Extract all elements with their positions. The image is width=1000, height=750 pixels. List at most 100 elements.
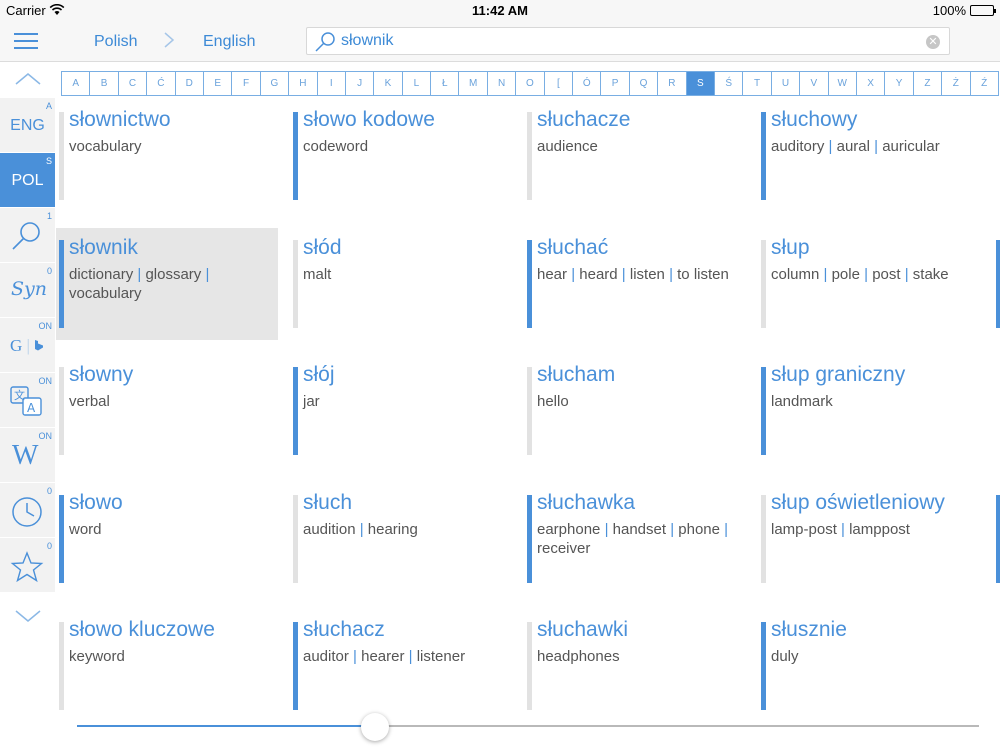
entry-card[interactable]: słuchacze audience [524, 100, 746, 212]
entry-word: słowo [69, 490, 123, 514]
entry-card[interactable]: słuchowy auditory | aural | auricular [758, 100, 980, 212]
clear-search-icon[interactable]: ✕ [926, 35, 940, 49]
wikipedia-button[interactable]: W ON [0, 428, 55, 483]
entry-word: słuchawka [537, 490, 636, 514]
letter-3[interactable]: Ć [147, 72, 176, 95]
entry-card[interactable]: słusznie duly [758, 610, 980, 722]
letter-27[interactable]: W [829, 72, 857, 95]
letter-11[interactable]: K [374, 72, 403, 95]
letter-5[interactable]: E [204, 72, 233, 95]
letter-14[interactable]: M [459, 72, 488, 95]
letter-16[interactable]: O [516, 72, 545, 95]
letter-29[interactable]: Y [885, 72, 914, 95]
letter-9[interactable]: I [318, 72, 346, 95]
entry-card[interactable]: słowo kodowe codeword [290, 100, 512, 212]
entry-word: słuch [303, 490, 353, 514]
translator-button[interactable]: 文A ON [0, 373, 55, 428]
scroll-up-chevron-icon[interactable] [14, 70, 42, 93]
translation-separator: | [355, 520, 368, 538]
svg-text:文: 文 [14, 388, 25, 402]
entry-card[interactable]: słuch audition | hearing [290, 483, 512, 595]
entry-card[interactable]: słucham hello [524, 355, 746, 467]
translator-badge: ON [38, 376, 53, 386]
letter-10[interactable]: J [346, 72, 375, 95]
page-slider[interactable] [77, 713, 979, 741]
letter-7[interactable]: G [261, 72, 290, 95]
entry-card[interactable]: słuchawka earphone | handset | phone | re… [524, 483, 746, 595]
translation: duly [771, 648, 799, 665]
letter-6[interactable]: F [232, 72, 261, 95]
translation-separator: | [819, 265, 832, 283]
letter-2[interactable]: C [119, 72, 148, 95]
magnifier-icon [10, 220, 44, 257]
entry-card[interactable]: słój jar [290, 355, 512, 467]
letter-4[interactable]: D [176, 72, 204, 95]
entry-marker-bar [761, 494, 766, 583]
letter-12[interactable]: L [403, 72, 432, 95]
letter-26[interactable]: V [800, 72, 829, 95]
translation: stake [912, 265, 949, 283]
entry-card[interactable]: słownictwo vocabulary [56, 100, 278, 212]
entry-card[interactable]: słowny verbal [56, 355, 278, 467]
search-mode-button[interactable]: 1 [0, 208, 55, 263]
scroll-down-chevron-icon[interactable] [14, 607, 42, 630]
translation: auditory [771, 138, 825, 155]
history-button[interactable]: 0 [0, 483, 55, 538]
favorites-button[interactable]: 0 [0, 538, 55, 593]
entry-card[interactable]: słup oświetleniowy lamp-post | lamppost [758, 483, 980, 595]
translation-separator: | [719, 520, 729, 538]
letter-28[interactable]: X [857, 72, 886, 95]
translation: verbal [69, 393, 110, 410]
polish-mode-button[interactable]: POL S [0, 153, 55, 208]
entry-word: słup oświetleniowy [771, 490, 945, 514]
synonyms-button[interactable]: Syn 0 [0, 263, 55, 318]
wikipedia-icon: W [12, 440, 39, 471]
source-language-button[interactable]: Polish [94, 33, 138, 51]
letter-21[interactable]: R [658, 72, 687, 95]
letter-31[interactable]: Ż [942, 72, 971, 95]
history-badge: 0 [46, 486, 52, 496]
entry-marker-bar [527, 239, 532, 328]
letter-0[interactable]: A [62, 72, 91, 95]
search-input[interactable]: słownik [341, 32, 393, 50]
entry-marker-bar [527, 367, 532, 455]
entry-card[interactable]: słuchać hear | heard | listen | to listen [524, 228, 746, 340]
letter-32[interactable]: Ź [971, 72, 998, 95]
letter-24[interactable]: T [743, 72, 772, 95]
entry-card[interactable]: słowo word [56, 483, 278, 595]
translation: receiver [537, 539, 591, 557]
entry-card[interactable]: słuchacz auditor | hearer | listener [290, 610, 512, 722]
target-language-button[interactable]: English [203, 33, 255, 51]
letter-8[interactable]: H [289, 72, 318, 95]
entry-translations: audition | hearing [303, 520, 508, 539]
translation: malt [303, 265, 332, 283]
translation: earphone [537, 520, 601, 538]
entry-card[interactable]: słód malt [290, 228, 512, 340]
letter-20[interactable]: Q [630, 72, 659, 95]
menu-icon[interactable] [14, 30, 40, 52]
letter-25[interactable]: U [772, 72, 801, 95]
search-field[interactable]: słownik ✕ [306, 27, 950, 55]
letter-1[interactable]: B [90, 72, 119, 95]
entry-card[interactable]: słowo kluczowe keyword [56, 610, 278, 722]
letter-23[interactable]: Ś [715, 72, 744, 95]
translation-separator: | [859, 265, 873, 283]
entry-card[interactable]: słuchawki headphones [524, 610, 746, 722]
entry-card[interactable]: słup column | pole | post | stake [758, 228, 980, 340]
letter-19[interactable]: P [601, 72, 630, 95]
letter-18[interactable]: Ó [573, 72, 602, 95]
entry-card[interactable]: słup graniczny landmark [758, 355, 980, 467]
letter-17[interactable]: [ [545, 72, 574, 95]
entry-card[interactable]: słownik dictionary | glossary | vocabular… [56, 227, 278, 340]
slider-thumb[interactable] [360, 713, 389, 741]
letter-13[interactable]: Ł [431, 72, 460, 95]
entry-translations: column | pole | post | stake [771, 265, 976, 284]
google-bing-button[interactable]: G | ON [0, 318, 55, 373]
chevron-right-icon [163, 31, 175, 54]
english-mode-button[interactable]: ENG A [0, 98, 55, 153]
letter-22[interactable]: S [686, 72, 715, 95]
app-window: Carrier 11:42 AM 100% Polish English sło… [0, 0, 1000, 750]
letter-15[interactable]: N [488, 72, 517, 95]
letter-30[interactable]: Z [914, 72, 943, 95]
translation: hearer [361, 648, 405, 665]
